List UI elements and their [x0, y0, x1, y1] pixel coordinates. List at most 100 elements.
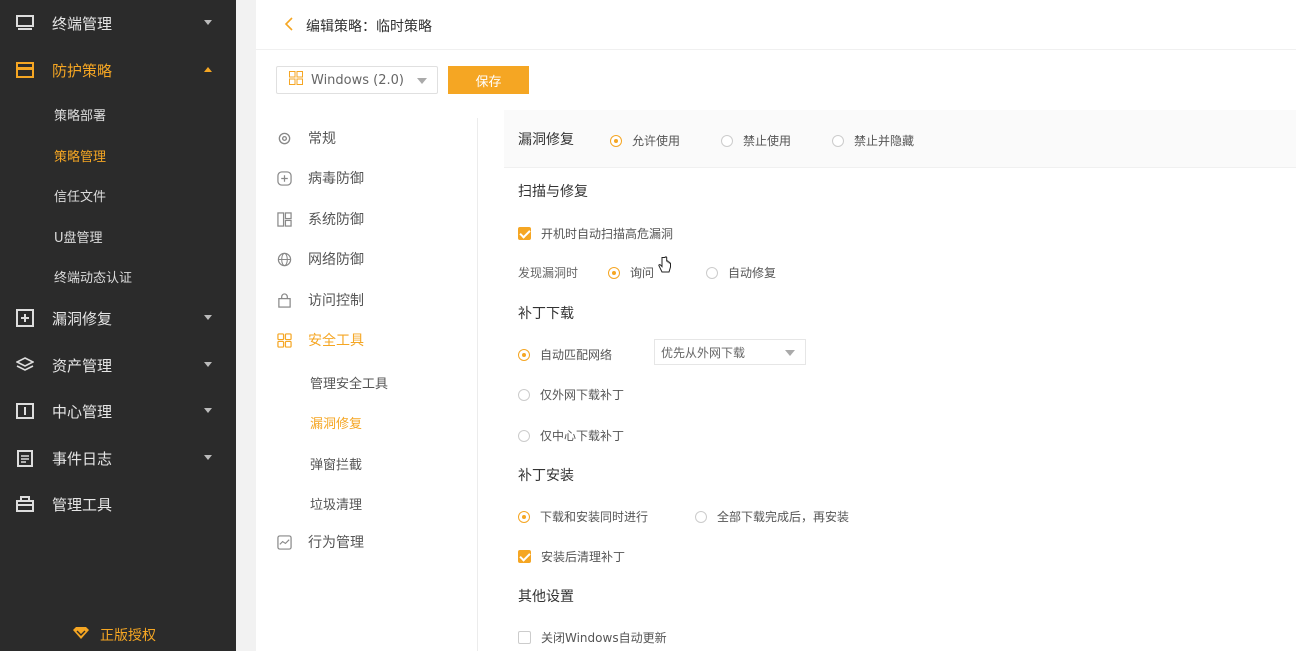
policy-sub-popup-block[interactable]: 弹窗拦截 [310, 454, 362, 473]
sidebar-sub-deploy[interactable]: 策略部署 [54, 105, 106, 124]
checkbox-label: 开机时自动扫描高危漏洞 [541, 227, 674, 241]
radio-dot [518, 429, 530, 442]
shield-card-icon [15, 60, 35, 80]
radio-auto-network[interactable]: 自动匹配网络 [518, 346, 612, 363]
sidebar-item-events[interactable]: 事件日志 [0, 438, 236, 478]
radio-dot [518, 388, 530, 401]
sidebar-sub-policy-manage[interactable]: 策略管理 [54, 146, 106, 165]
hand-cursor-icon [658, 256, 672, 278]
radio-forbid[interactable]: 禁止使用 [721, 132, 791, 149]
radio-dot [518, 510, 530, 523]
chevron-down-icon [204, 20, 212, 25]
os-select-value: Windows (2.0) [311, 72, 404, 88]
gear-icon [276, 130, 292, 146]
radio-label: 询问 [630, 266, 655, 280]
radio-install-after[interactable]: 全部下载完成后，再安装 [695, 508, 849, 525]
checkbox-label: 安装后清理补丁 [541, 550, 626, 564]
license-label: 正版授权 [100, 628, 156, 644]
radio-dot [608, 266, 620, 279]
policy-nav-label: 常规 [308, 131, 336, 147]
sidebar-item-label: 漏洞修复 [52, 309, 113, 328]
license-link[interactable]: 正版授权 [72, 625, 156, 645]
sidebar-sub-dynamic-auth[interactable]: 终端动态认证 [54, 267, 132, 286]
policy-nav-label: 行为管理 [308, 535, 364, 551]
policy-nav-general[interactable]: 常规 [276, 128, 336, 148]
radio-label: 仅中心下载补丁 [540, 429, 625, 443]
section-title-other: 其他设置 [518, 589, 574, 605]
sidebar-item-center[interactable]: 中心管理 [0, 391, 236, 431]
section-title-scan: 扫描与修复 [518, 184, 588, 200]
system-grid-icon [276, 211, 292, 227]
feature-label: 漏洞修复 [518, 132, 574, 148]
policy-sub-manage-tools[interactable]: 管理安全工具 [310, 373, 388, 392]
info-box-icon [15, 401, 35, 421]
checkbox-auto-scan[interactable]: 开机时自动扫描高危漏洞 [518, 225, 673, 242]
download-source-select[interactable]: 优先从外网下载 [654, 339, 806, 365]
chevron-down-icon [204, 362, 212, 367]
checkbox-cleanup[interactable]: 安装后清理补丁 [518, 548, 625, 565]
chevron-down-icon [204, 408, 212, 413]
radio-label: 自动匹配网络 [540, 348, 613, 362]
page-title: 编辑策略：临时策略 [306, 19, 432, 35]
policy-nav-system[interactable]: 系统防御 [276, 209, 364, 229]
policy-nav-label: 安全工具 [308, 333, 364, 349]
policy-nav-label: 访问控制 [308, 293, 364, 309]
policy-nav-label: 病毒防御 [308, 171, 364, 187]
calendar-log-icon [15, 448, 35, 468]
checkbox-box [518, 550, 531, 563]
policy-nav: 常规 病毒防御 系统防御 网络防御 访问控制 安全工具 管理安全工具 漏洞修复 … [256, 118, 478, 651]
radio-dot [695, 510, 707, 523]
diamond-icon [72, 626, 90, 644]
save-button[interactable]: 保存 [448, 66, 529, 94]
app-window: 终端管理 防护策略 策略部署 策略管理 信任文件 U盘管理 终端动态认证 漏洞修… [0, 0, 1296, 651]
policy-sub-junk-clean[interactable]: 垃圾清理 [310, 494, 362, 513]
radio-dot [610, 134, 622, 147]
sidebar-item-label: 中心管理 [52, 402, 113, 421]
radio-label: 仅外网下载补丁 [540, 388, 625, 402]
policy-nav-label: 系统防御 [308, 212, 364, 228]
section-title-install: 补丁安装 [518, 468, 574, 484]
policy-nav-virus[interactable]: 病毒防御 [276, 168, 364, 188]
sidebar-item-protection[interactable]: 防护策略 [0, 50, 236, 90]
plus-square-icon [15, 308, 35, 328]
checkbox-disable-windows-update[interactable]: 关闭Windows自动更新 [518, 629, 667, 646]
chart-box-icon [276, 534, 292, 550]
sidebar-item-label: 资产管理 [52, 356, 113, 375]
policy-nav-network[interactable]: 网络防御 [276, 249, 364, 269]
policy-nav-security-tools[interactable]: 安全工具 [276, 330, 364, 350]
radio-dot [832, 134, 844, 147]
sidebar-item-assets[interactable]: 资产管理 [0, 345, 236, 385]
windows-icon [289, 71, 303, 89]
sidebar-item-label: 管理工具 [52, 495, 113, 514]
lock-icon [276, 292, 292, 308]
sidebar-item-tools[interactable]: 管理工具 [0, 484, 236, 524]
policy-nav-behavior[interactable]: 行为管理 [276, 532, 364, 552]
radio-label: 禁止并隐藏 [854, 134, 915, 148]
os-version-select[interactable]: Windows (2.0) [276, 66, 438, 94]
main-panel: 编辑策略：临时策略 Windows (2.0) 保存 常规 病毒防御 系统防御 … [256, 0, 1296, 651]
chevron-up-icon [204, 67, 212, 72]
radio-external-only[interactable]: 仅外网下载补丁 [518, 386, 624, 403]
checkbox-box [518, 631, 531, 644]
radio-forbid-hide[interactable]: 禁止并隐藏 [832, 132, 914, 149]
sidebar-item-label: 事件日志 [52, 449, 113, 468]
sidebar-sub-usb[interactable]: U盘管理 [54, 227, 103, 246]
sidebar-item-vuln[interactable]: 漏洞修复 [0, 298, 236, 338]
policy-sub-vuln-fix[interactable]: 漏洞修复 [310, 413, 362, 432]
radio-install-parallel[interactable]: 下载和安装同时进行 [518, 508, 648, 525]
radio-auto-fix[interactable]: 自动修复 [706, 264, 776, 281]
radio-label: 禁止使用 [743, 134, 792, 148]
policy-nav-label: 网络防御 [308, 252, 364, 268]
radio-allow[interactable]: 允许使用 [610, 132, 680, 149]
sidebar-item-label: 终端管理 [52, 14, 113, 33]
toolbox-icon [15, 494, 35, 514]
sidebar-sub-trusted-files[interactable]: 信任文件 [54, 186, 106, 205]
policy-nav-access[interactable]: 访问控制 [276, 290, 364, 310]
radio-center-only[interactable]: 仅中心下载补丁 [518, 427, 624, 444]
sidebar-item-terminal[interactable]: 终端管理 [0, 3, 236, 43]
radio-ask[interactable]: 询问 [608, 264, 654, 281]
chevron-down-icon [417, 78, 427, 84]
chevron-down-icon [204, 455, 212, 460]
chevron-left-icon[interactable] [284, 16, 298, 31]
checkbox-label: 关闭Windows自动更新 [541, 631, 667, 645]
